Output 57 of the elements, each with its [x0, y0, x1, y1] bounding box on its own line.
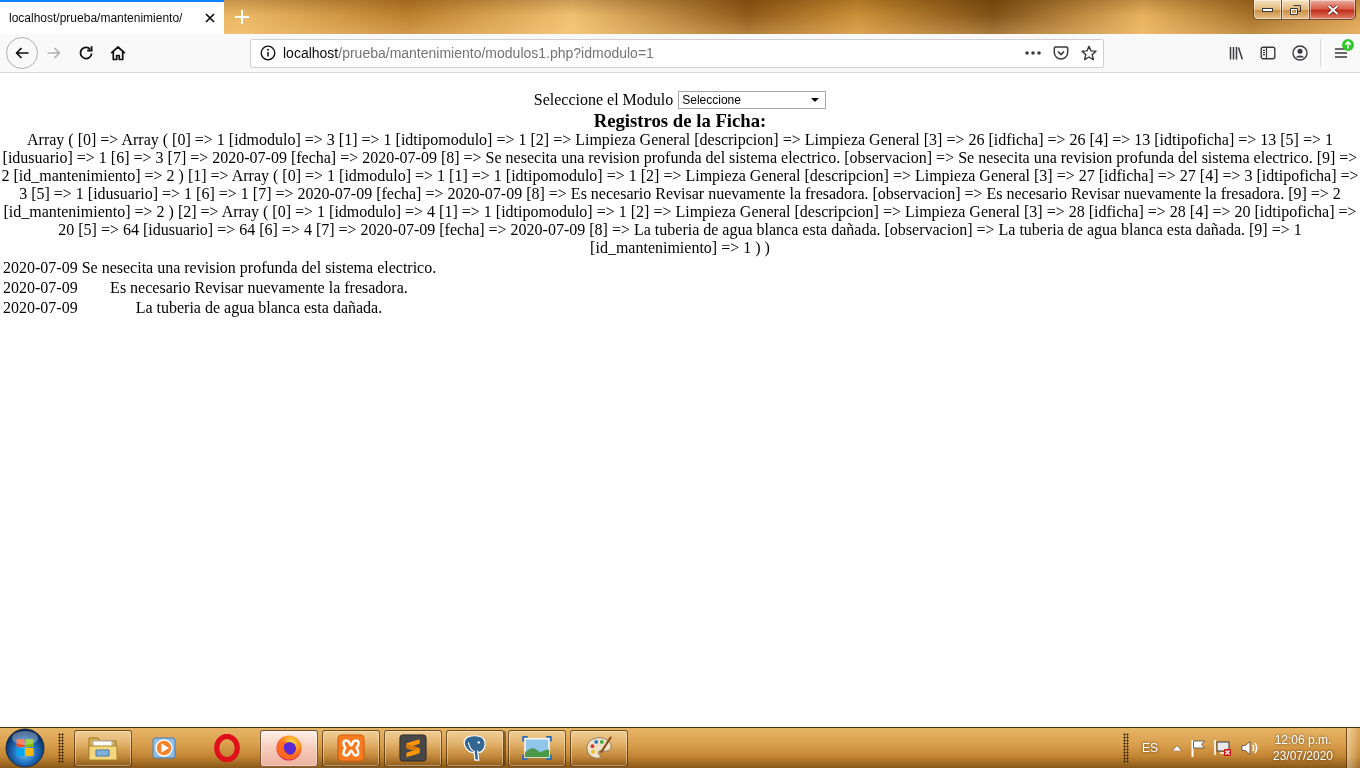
restore-icon — [1290, 4, 1301, 15]
user-icon[interactable] — [1292, 45, 1308, 61]
network-icon[interactable] — [1214, 739, 1232, 757]
table-cell: 2020-07-09 — [2, 258, 79, 278]
address-field[interactable]: localhost/prueba/mantenimiento/modulos1.php?idmodulo=1 — [250, 38, 1104, 68]
ring-icon — [213, 734, 241, 762]
speaker-icon[interactable] — [1240, 739, 1258, 757]
info-icon[interactable] — [260, 45, 276, 61]
elephant-icon — [461, 734, 489, 762]
minimize-button[interactable] — [1253, 0, 1282, 20]
home-icon — [110, 45, 126, 61]
back-button[interactable] — [6, 37, 38, 69]
caret-icon — [811, 98, 820, 102]
arrow-right-icon — [46, 45, 62, 61]
table-cell-text: La tuberia de agua blanca esta dañada. — [134, 298, 384, 318]
arrow-left-icon — [14, 45, 30, 61]
taskbar-button[interactable] — [446, 729, 504, 767]
star-icon[interactable] — [1081, 45, 1097, 61]
module-label: Seleccione el Modulo — [533, 91, 674, 109]
table-cell: Se nesecita una revision profunda del sistema electrico. — [80, 258, 438, 278]
taskbar-button[interactable] — [570, 729, 628, 767]
show-desktop-button[interactable] — [1346, 727, 1360, 768]
taskbar-button[interactable] — [260, 729, 318, 767]
picture-icon — [522, 736, 552, 760]
flag-icon[interactable] — [1190, 739, 1206, 757]
section-heading: Registros de la Ficha: — [592, 110, 768, 131]
close-button[interactable] — [1310, 0, 1356, 20]
restore-button[interactable] — [1282, 0, 1310, 20]
globe-icon — [275, 734, 303, 762]
browser-tab[interactable]: localhost/prueba/mantenimiento/ — [0, 0, 224, 34]
taskbar-button[interactable] — [384, 729, 442, 767]
close-icon[interactable] — [205, 13, 215, 23]
palette-icon — [585, 734, 613, 762]
knot-icon — [337, 734, 365, 762]
table-cell: 2020-07-09 — [2, 278, 79, 298]
module-dropdown[interactable]: Seleccione — [678, 91, 827, 109]
folder-icon — [88, 735, 118, 761]
stripes-icon — [399, 734, 427, 762]
chevron-shield-icon[interactable] — [1053, 45, 1069, 61]
grip-icon — [58, 733, 64, 763]
start-button[interactable] — [5, 728, 45, 768]
taskbar-button[interactable] — [508, 729, 566, 767]
taskbar-button[interactable] — [74, 729, 132, 767]
table-cell-text: Es necesario Revisar nuevamente la fresadora. — [109, 278, 409, 298]
books-icon[interactable] — [1228, 45, 1244, 61]
more-icon[interactable] — [1025, 51, 1041, 55]
debug-output-text: Array ( [0] => Array ( [0] => 1 [idmodulo] => 3 [1] => 1 [idtipomodulo] => 1 [2] => Limpieza General [descripcion] => Limpieza General [3] => 26 [idficha] => 26 [4] => 13 [idtipoficha] => 13 [5] => 1 [idusuario] => 1 [6] => 3 [7] => 2020-07-09 [fecha] => 2020-07-09 [8] => Se nesecita una revision profunda del sistema electrico. [observacion] => Se nesecita una revision profunda del sistema electrico. [9] => 2 [id_mantenimiento] => 2 ) [1] => Array ( [0] => 1 [idmodulo] => 1 [1] => 1 [idtipomodulo] => 1 [2] => Limpieza General [descripcion] => Limpieza General [3] => 27 [idficha] => 27 [4] => 3 [idtipoficha] => 3 [5] => 1 [idusuario] => 1 [6] => 1 [7] => 2020-07-09 [fecha] => 2020-07-09 [8] => Es necesario Revisar nuevamente la fresadora. [observacion] => Es necesario Revisar nuevamente la fresadora. [9] => 2 [id_mantenimiento] => 2 ) [2] => Array ( [0] => 1 [idmodulo] => 4 [1] => 1 [idtipomodulo] => 1 [2] => Limpieza General [descripcion] => Limpieza General [3] => 28 [idficha] => 28 [4] => 20 [idtipoficha] => 20 [5] => 64 [idusuario] => 64 [6] => 4 [7] => 2020-07-09 [fecha] => 2020-07-09 [8] => La tuberia de agua blanca esta dañada. [observacion] => La tuberia de agua blanca esta dañada. [9] => 1 [id_mantenimiento] => 1 ) ) — [0, 131, 1360, 257]
table-cell: 2020-07-09 — [2, 298, 79, 318]
triangle-icon[interactable] — [1172, 745, 1182, 751]
menu-icon[interactable] — [1333, 45, 1349, 61]
reload-icon — [78, 45, 94, 61]
minimize-icon — [1262, 7, 1273, 12]
grip-icon — [1123, 733, 1129, 763]
url-text: localhost/prueba/mantenimiento/modulos1.php?idmodulo=1 — [283, 45, 655, 61]
close-icon — [1326, 4, 1339, 15]
sidebar-icon[interactable] — [1260, 45, 1276, 61]
taskbar-button[interactable] — [322, 729, 380, 767]
